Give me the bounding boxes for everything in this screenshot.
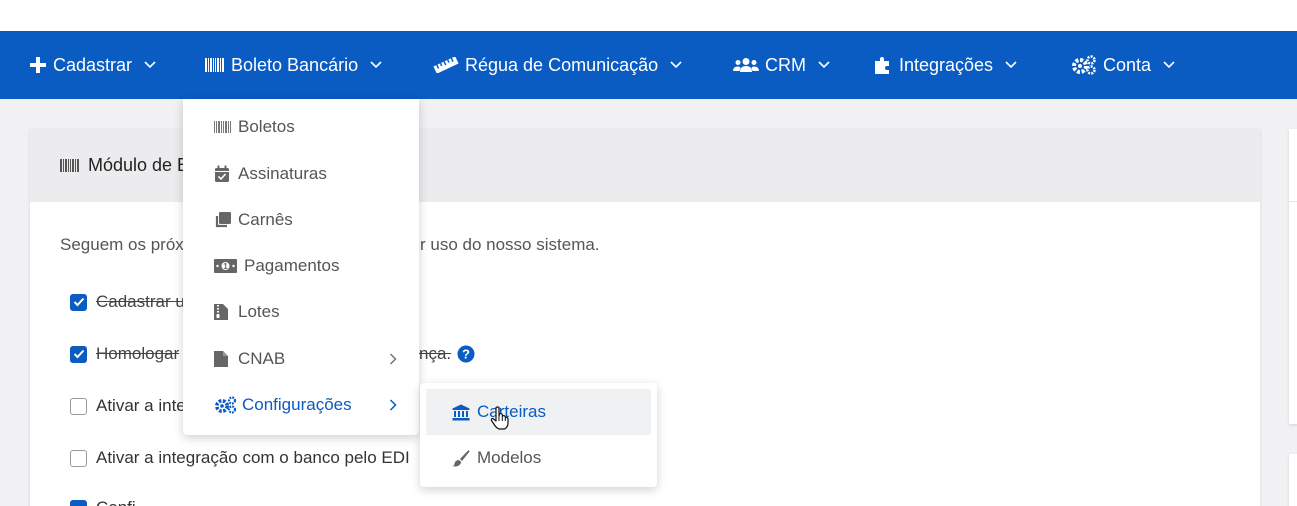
menu-item-assinaturas[interactable]: Assinaturas <box>183 151 419 197</box>
chevron-down-icon <box>370 61 382 69</box>
clone-icon <box>214 211 234 229</box>
menu-item-label: Configurações <box>242 395 352 414</box>
nav-cadastrar-label: Cadastrar <box>53 54 133 75</box>
card-title: Módulo de B <box>88 155 190 175</box>
checkbox-checked[interactable] <box>70 345 87 363</box>
menu-item-label: Assinaturas <box>238 164 327 183</box>
boleto-dropdown-menu: Boletos Assinaturas Carnês 1 Pagamentos … <box>183 99 419 435</box>
checkbox-checked[interactable] <box>70 499 87 506</box>
checklist-label-tail: nça. <box>419 344 452 363</box>
menu-item-pagamentos[interactable]: 1 Pagamentos <box>183 243 419 289</box>
svg-text:1: 1 <box>223 262 228 271</box>
checklist-item[interactable]: Cadastrar u <box>70 290 185 314</box>
checklist-label-tail-row: nça. ? <box>419 342 475 366</box>
submenu-item-carteiras[interactable]: Carteiras <box>426 389 651 435</box>
checklist-label: Ativar a integração com o banco pelo EDI <box>96 448 410 467</box>
menu-item-lotes[interactable]: Lotes <box>183 289 419 335</box>
intro-text-right: r uso do nosso sistema. <box>420 235 600 254</box>
nav-cadastrar[interactable]: Cadastrar <box>29 31 156 99</box>
checklist-item[interactable]: Homologar <box>70 342 179 366</box>
puzzle-icon <box>873 55 893 75</box>
barcode-icon <box>60 159 80 172</box>
chevron-down-icon <box>818 61 830 69</box>
nav-conta-label: Conta <box>1103 54 1152 75</box>
menu-item-carnes[interactable]: Carnês <box>183 197 419 243</box>
nav-integracoes-label: Integrações <box>899 54 994 75</box>
chevron-down-icon <box>1163 61 1175 69</box>
submenu-item-modelos[interactable]: Modelos <box>426 435 651 481</box>
side-card <box>1289 454 1297 506</box>
hand-pointer-cursor-icon <box>490 406 510 435</box>
checkbox-checked[interactable] <box>70 293 87 311</box>
main-navbar: Cadastrar Boleto Bancário Régua de Comun… <box>0 31 1297 99</box>
file-icon <box>214 350 234 368</box>
checklist-label: Confi <box>96 498 136 506</box>
file-archive-icon <box>214 303 234 321</box>
submenu-item-label: Carteiras <box>477 402 546 421</box>
checkbox-unchecked[interactable] <box>70 449 87 467</box>
money-bill-icon: 1 <box>214 259 240 273</box>
checklist-item[interactable]: Ativar a integração com o banco pelo EDI <box>70 446 410 470</box>
plus-icon <box>29 56 47 74</box>
nav-crm[interactable]: CRM <box>733 31 830 99</box>
menu-item-label: Boletos <box>238 117 295 136</box>
nav-boleto-bancario[interactable]: Boleto Bancário <box>205 31 382 99</box>
checklist-label: Homologar <box>96 344 180 363</box>
configuracoes-submenu: Carteiras Modelos <box>420 383 657 487</box>
checklist-item[interactable]: Ativar a inte <box>70 394 186 418</box>
ruler-icon <box>433 57 459 73</box>
question-circle-icon[interactable]: ? <box>457 345 475 363</box>
paint-brush-icon <box>452 449 472 467</box>
chevron-down-icon <box>1005 61 1017 69</box>
nav-integracoes[interactable]: Integrações <box>873 31 1017 99</box>
menu-item-boletos[interactable]: Boletos <box>183 104 419 150</box>
intro-text-left: Seguem os próx <box>60 235 184 254</box>
menu-item-configuracoes[interactable]: Configurações <box>183 382 419 428</box>
chevron-down-icon <box>144 61 156 69</box>
nav-crm-label: CRM <box>765 54 806 75</box>
nav-boleto-label: Boleto Bancário <box>231 54 359 75</box>
checkbox-unchecked[interactable] <box>70 397 87 415</box>
checklist-item[interactable]: Confi <box>70 496 136 506</box>
top-strip <box>0 0 1297 31</box>
nav-regua-comunicacao[interactable]: Régua de Comunicação <box>433 31 682 99</box>
checklist-label: Ativar a inte <box>96 396 186 415</box>
submenu-item-label: Modelos <box>477 448 542 467</box>
checklist-label: Cadastrar u <box>96 292 185 311</box>
menu-item-label: CNAB <box>238 349 286 368</box>
nav-regua-label: Régua de Comunicação <box>465 54 659 75</box>
chevron-down-icon <box>670 61 682 69</box>
chevron-right-icon <box>389 399 397 411</box>
side-card <box>1289 129 1297 424</box>
side-card-divider <box>1289 201 1297 202</box>
svg-text:?: ? <box>462 347 470 362</box>
nav-conta[interactable]: Conta <box>1071 31 1175 99</box>
menu-item-cnab[interactable]: CNAB <box>183 336 419 382</box>
barcode-icon <box>205 58 225 72</box>
cogs-icon <box>214 396 238 414</box>
users-icon <box>733 57 759 73</box>
bank-icon <box>452 404 472 421</box>
menu-item-label: Pagamentos <box>244 256 340 275</box>
cogs-icon <box>1071 55 1097 75</box>
menu-item-label: Lotes <box>238 302 280 321</box>
calendar-check-icon <box>214 165 234 183</box>
chevron-right-icon <box>389 353 397 365</box>
barcode-icon <box>214 121 234 133</box>
menu-item-label: Carnês <box>238 210 293 229</box>
